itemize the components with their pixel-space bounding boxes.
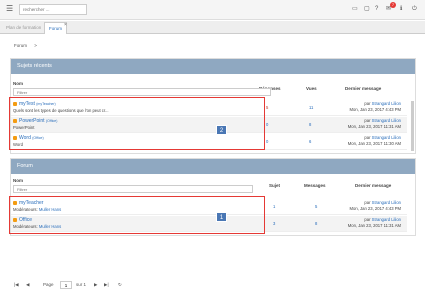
replies-count: 0 [266,139,269,144]
last-page-button[interactable]: ▶| [104,280,109,290]
views-count: 11 [309,105,314,110]
info-icon[interactable]: ℹ [400,6,402,13]
author-link[interactable]: Strangard Lilion [372,200,401,205]
by-prefix: par [364,135,371,140]
col-subject[interactable]: Sujet [269,183,280,188]
views-count: 8 [309,122,312,127]
date: Mon, Jan 23, 2017 11:31 AM [347,223,401,228]
pagination: |◀ ◀ Page sur 1 ▶ ▶| ↻ [10,280,416,290]
top-bar: ☰ ▭ ▢ ? ✉ 7 ℹ ⏻ [0,0,425,20]
views-count: 6 [309,139,312,144]
recent-topics-title: Sujets récents [11,59,415,74]
messages-count: 5 [315,204,318,209]
date: Mon, Jan 23, 2017 11:31 AM [347,124,401,129]
filter-input[interactable] [13,185,253,193]
last-message: par Strangard Lilion Mon, Jan 23, 2017 4:… [350,200,401,212]
author-link[interactable]: Strangard Lilion [372,135,401,140]
scrollbar[interactable] [411,101,414,151]
by-prefix: par [364,118,371,123]
hamburger-menu-icon[interactable]: ☰ [6,5,14,13]
author-link[interactable]: Strangard Lilion [372,101,401,106]
by-prefix: par [364,217,371,222]
replies-count: 5 [266,105,269,110]
last-message: par Strangard Lilion Mon, Jan 23, 2017 11… [348,217,401,229]
notification-badge: 7 [390,2,396,8]
marker-2: 2 [216,125,227,135]
refresh-icon[interactable]: ↻ [118,280,122,290]
replies-count: 0 [266,122,269,127]
highlight-box-2 [9,97,265,150]
page-number-input[interactable] [60,281,72,289]
page-label: Page [43,282,54,287]
next-page-button[interactable]: ▶ [94,280,97,290]
by-prefix: par [364,101,371,106]
last-message: par Strangard Lilion Mon, Jan 23, 2017 11… [348,135,401,147]
author-link[interactable]: Strangard Lilion [372,217,401,222]
col-views[interactable]: Vues [306,86,317,91]
breadcrumb: Forum > [14,43,37,48]
close-tab-icon[interactable]: × [64,22,67,28]
subjects-count: 1 [273,204,276,209]
date: Mon, Jan 23, 2017 4:43 PM [349,206,401,211]
col-last-message[interactable]: Dernier message [345,86,381,91]
page-count: sur 1 [76,282,87,287]
prev-page-button[interactable]: ◀ [26,280,29,290]
date: Mon, Jan 23, 2017 11:30 AM [347,141,401,146]
col-last-message[interactable]: Dernier message [355,183,391,188]
search-input[interactable] [19,4,87,15]
last-message: par Strangard Lilion Mon, Jan 23, 2017 11… [348,118,401,130]
forum-title: Forum [11,159,415,174]
subjects-count: 3 [273,221,276,226]
monitor-icon[interactable]: ▭ [352,6,358,13]
date: Mon, Jan 23, 2017 4:43 PM [349,107,401,112]
message-icon[interactable]: ▢ [364,6,370,13]
first-page-button[interactable]: |◀ [14,280,19,290]
col-name: Nom [13,178,23,183]
last-message: par Strangard Lilion Mon, Jan 23, 2017 4:… [350,101,401,113]
breadcrumb-separator: > [34,43,37,48]
filter-input[interactable] [13,88,271,96]
col-name: Nom [13,81,23,86]
marker-1: 1 [216,212,227,222]
by-prefix: par [364,200,371,205]
author-link[interactable]: Strangard Lilion [372,118,401,123]
help-icon[interactable]: ? [375,6,378,13]
tab-plan-de-formation[interactable]: Plan de formation [2,22,45,34]
logout-icon[interactable]: ⏻ [412,6,417,13]
col-messages[interactable]: Messages [304,183,326,188]
messages-count: 8 [315,221,318,226]
breadcrumb-forum[interactable]: Forum [14,43,27,48]
